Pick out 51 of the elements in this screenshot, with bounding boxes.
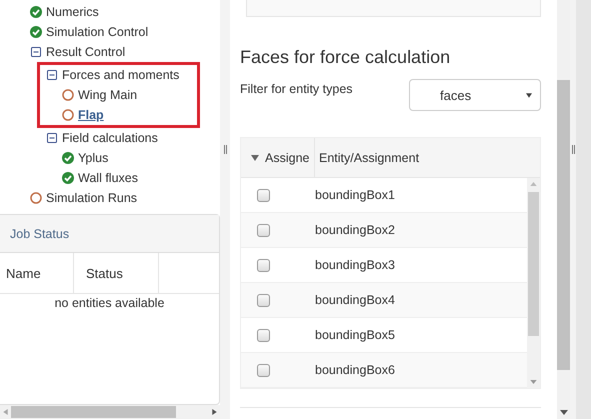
- caret-icon: [526, 92, 532, 98]
- checkbox[interactable]: [257, 188, 270, 202]
- circle-icon: [62, 109, 74, 121]
- tree-item[interactable]: Numerics: [46, 5, 99, 19]
- column-header[interactable]: Name: [0, 253, 74, 293]
- section-heading: Faces for force calculation: [240, 47, 452, 68]
- tree-item[interactable]: Simulation Runs: [46, 191, 138, 205]
- tree-item[interactable]: Wing Main: [78, 88, 138, 102]
- tree-item[interactable]: Forces and moments: [62, 68, 180, 82]
- scroll-left-icon[interactable]: [3, 409, 8, 415]
- collapse-icon[interactable]: [46, 69, 58, 81]
- checkbox[interactable]: [257, 294, 270, 306]
- checkbox[interactable]: [257, 364, 270, 376]
- scroll-down-icon[interactable]: [560, 410, 568, 415]
- check-circle-icon: [62, 152, 74, 164]
- vertical-scrollbar[interactable]: [557, 0, 570, 419]
- splitter-handle[interactable]: [220, 0, 230, 419]
- tree-item[interactable]: Field calculations: [62, 131, 158, 145]
- scroll-right-icon[interactable]: [212, 409, 217, 415]
- table-cell: boundingBox3: [315, 258, 395, 272]
- collapse-icon[interactable]: [30, 46, 42, 58]
- empty-message: no entities available: [54, 295, 164, 310]
- tree-item[interactable]: Result Control: [46, 45, 126, 59]
- tree-item[interactable]: Yplus: [78, 151, 108, 165]
- check-circle-icon: [62, 172, 74, 184]
- check-circle-icon: [30, 26, 42, 38]
- panel-title: Job Status: [0, 215, 219, 253]
- table-cell: boundingBox1: [315, 188, 395, 202]
- table-cell: boundingBox6: [315, 363, 395, 377]
- splitter-handle[interactable]: [570, 0, 576, 419]
- table-cell: boundingBox2: [315, 223, 395, 237]
- table-cell: boundingBox4: [315, 293, 395, 307]
- circle-icon: [62, 89, 74, 101]
- collapse-icon[interactable]: [46, 132, 58, 144]
- tree-item[interactable]: Simulation Control: [46, 25, 148, 39]
- check-circle-icon: [30, 6, 42, 18]
- tree-item[interactable]: Wall fluxes: [78, 171, 138, 185]
- circle-icon: [30, 192, 42, 204]
- vertical-scrollbar[interactable]: [527, 178, 540, 388]
- filter-label: Filter for entity types: [240, 82, 353, 98]
- tree-item[interactable]: Flap: [78, 108, 104, 122]
- column-header[interactable]: Status: [74, 253, 159, 293]
- column-header[interactable]: Assigne: [241, 138, 315, 177]
- entity-type-dropdown[interactable]: faces: [409, 79, 541, 111]
- scroll-up-icon[interactable]: [530, 182, 537, 186]
- column-header[interactable]: Entity/Assignment: [315, 138, 420, 177]
- table-cell: boundingBox5: [315, 328, 395, 342]
- checkbox[interactable]: [257, 328, 270, 342]
- horizontal-scrollbar[interactable]: [0, 405, 220, 419]
- checkbox[interactable]: [257, 258, 270, 272]
- checkbox[interactable]: [257, 224, 270, 236]
